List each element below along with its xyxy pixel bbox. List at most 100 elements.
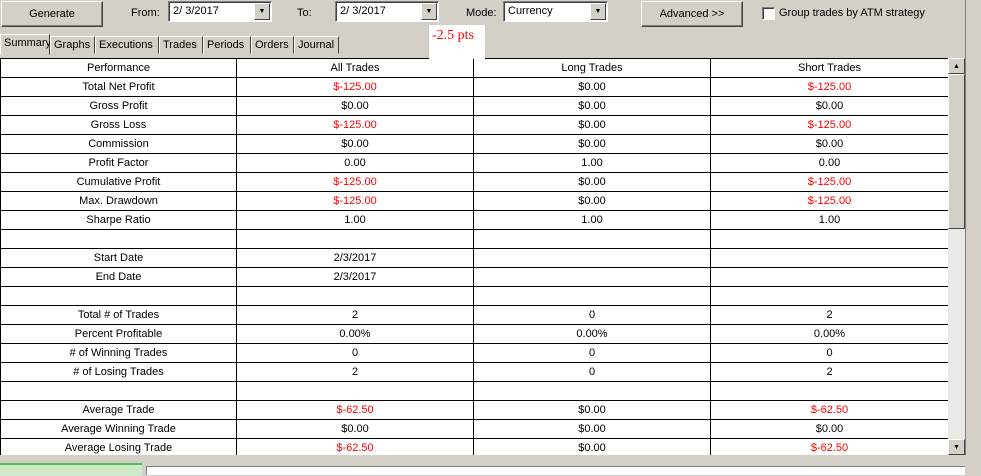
metric-value: 0.00% <box>473 324 711 344</box>
metric-value <box>473 267 711 287</box>
table-row[interactable] <box>0 286 948 306</box>
to-date-picker[interactable]: 2/ 3/2017 ▼ <box>335 1 439 22</box>
tab-periods[interactable]: Periods <box>203 36 251 54</box>
table-row[interactable]: Average Trade $-62.50 $0.00 $-62.50 <box>0 400 948 420</box>
metric-label <box>0 229 237 249</box>
tab-executions[interactable]: Executions <box>95 36 159 54</box>
table-row[interactable]: Percent Profitable 0.00% 0.00% 0.00% <box>0 324 948 344</box>
window-edge <box>965 0 981 474</box>
tab-trades[interactable]: Trades <box>159 36 203 54</box>
metric-value: $0.00 <box>473 419 711 439</box>
table-row[interactable]: # of Winning Trades 0 0 0 <box>0 343 948 363</box>
metric-label <box>0 381 237 401</box>
tab-orders[interactable]: Orders <box>251 36 294 54</box>
metric-label: # of Winning Trades <box>0 343 237 363</box>
metric-value <box>710 286 948 306</box>
table-row[interactable]: Sharpe Ratio 1.00 1.00 1.00 <box>0 210 948 230</box>
performance-grid: Performance All Trades Long Trades Short… <box>0 58 948 455</box>
table-row[interactable]: Profit Factor 0.00 1.00 0.00 <box>0 153 948 173</box>
from-date-value: 2/ 3/2017 <box>173 5 219 17</box>
performance-table: Performance All Trades Long Trades Short… <box>0 58 948 455</box>
table-row[interactable]: Commission $0.00 $0.00 $0.00 <box>0 134 948 154</box>
scroll-up-icon[interactable]: ▲ <box>948 58 965 74</box>
tab-strip: Summary Graphs Executions Trades Periods… <box>0 34 340 56</box>
metric-value: 2 <box>236 305 474 325</box>
chevron-down-icon[interactable]: ▼ <box>254 3 270 20</box>
metric-value: 1.00 <box>236 210 474 230</box>
metric-label: Percent Profitable <box>0 324 237 344</box>
metric-value: $0.00 <box>473 400 711 420</box>
table-row[interactable]: Total Net Profit $-125.00 $0.00 $-125.00 <box>0 77 948 97</box>
metric-value: 0.00% <box>710 324 948 344</box>
metric-value: $-62.50 <box>710 438 948 455</box>
metric-value <box>236 229 474 249</box>
column-header[interactable]: Short Trades <box>710 58 948 78</box>
table-row[interactable]: # of Losing Trades 2 0 2 <box>0 362 948 382</box>
table-row[interactable]: Average Winning Trade $0.00 $0.00 $0.00 <box>0 419 948 439</box>
chevron-down-icon[interactable]: ▼ <box>590 3 606 20</box>
mode-select[interactable]: Currency ▼ <box>503 1 608 22</box>
metric-value: 0.00 <box>710 153 948 173</box>
metric-label: Average Trade <box>0 400 237 420</box>
metric-value: 1.00 <box>710 210 948 230</box>
table-row[interactable]: Gross Profit $0.00 $0.00 $0.00 <box>0 96 948 116</box>
metric-value <box>473 229 711 249</box>
table-row[interactable]: Average Losing Trade $-62.50 $0.00 $-62.50 <box>0 438 948 455</box>
price-overlay-label: -2.5 pts <box>429 25 485 59</box>
advanced-button[interactable]: Advanced >> <box>641 1 743 27</box>
chevron-down-icon[interactable]: ▼ <box>421 3 437 20</box>
vertical-scrollbar[interactable]: ▲ ▼ <box>948 58 965 455</box>
table-row[interactable]: End Date 2/3/2017 <box>0 267 948 287</box>
metric-value: $0.00 <box>236 96 474 116</box>
group-trades-checkbox[interactable] <box>762 7 775 20</box>
column-header[interactable]: Performance <box>0 58 237 78</box>
mode-label: Mode: <box>466 7 497 19</box>
scroll-down-icon[interactable]: ▼ <box>948 439 965 455</box>
metric-value <box>473 286 711 306</box>
table-row[interactable] <box>0 381 948 401</box>
metric-value: 2/3/2017 <box>236 267 474 287</box>
metric-value <box>236 286 474 306</box>
metric-value: 0 <box>473 305 711 325</box>
metric-value: 0 <box>710 343 948 363</box>
table-row[interactable]: Gross Loss $-125.00 $0.00 $-125.00 <box>0 115 948 135</box>
column-header[interactable]: Long Trades <box>473 58 711 78</box>
tab-journal[interactable]: Journal <box>294 36 339 54</box>
metric-label: Average Winning Trade <box>0 419 237 439</box>
metric-value <box>710 229 948 249</box>
metric-value: $0.00 <box>710 419 948 439</box>
metric-value <box>473 248 711 268</box>
table-row[interactable]: Start Date 2/3/2017 <box>0 248 948 268</box>
progress-indicator <box>0 463 142 476</box>
metric-value: $0.00 <box>473 172 711 192</box>
tab-graphs[interactable]: Graphs <box>50 36 95 54</box>
tab-summary[interactable]: Summary <box>0 34 51 55</box>
metric-value: 2 <box>236 362 474 382</box>
generate-button[interactable]: Generate <box>1 1 103 27</box>
toolbar: Generate From: 2/ 3/2017 ▼ To: 2/ 3/2017… <box>0 0 981 36</box>
column-header[interactable]: All Trades <box>236 58 474 78</box>
metric-label: # of Losing Trades <box>0 362 237 382</box>
metric-label: Total # of Trades <box>0 305 237 325</box>
metric-label: Average Losing Trade <box>0 438 237 455</box>
table-row[interactable]: Total # of Trades 2 0 2 <box>0 305 948 325</box>
metric-label: Commission <box>0 134 237 154</box>
metric-value: $0.00 <box>710 96 948 116</box>
metric-value: 0 <box>473 343 711 363</box>
table-row[interactable]: Max. Drawdown $-125.00 $0.00 $-125.00 <box>0 191 948 211</box>
metric-value: $0.00 <box>473 134 711 154</box>
metric-value: 0.00 <box>236 153 474 173</box>
metric-value: $0.00 <box>473 96 711 116</box>
from-date-picker[interactable]: 2/ 3/2017 ▼ <box>168 1 272 22</box>
metric-value: $0.00 <box>473 191 711 211</box>
metric-label: Gross Loss <box>0 115 237 135</box>
metric-value: $-125.00 <box>236 172 474 192</box>
metric-value: $0.00 <box>473 438 711 455</box>
metric-value: $0.00 <box>236 134 474 154</box>
metric-label: Max. Drawdown <box>0 191 237 211</box>
to-date-value: 2/ 3/2017 <box>340 5 386 17</box>
scroll-thumb[interactable] <box>948 74 965 229</box>
metric-value: $-125.00 <box>710 115 948 135</box>
table-row[interactable] <box>0 229 948 249</box>
table-row[interactable]: Cumulative Profit $-125.00 $0.00 $-125.00 <box>0 172 948 192</box>
